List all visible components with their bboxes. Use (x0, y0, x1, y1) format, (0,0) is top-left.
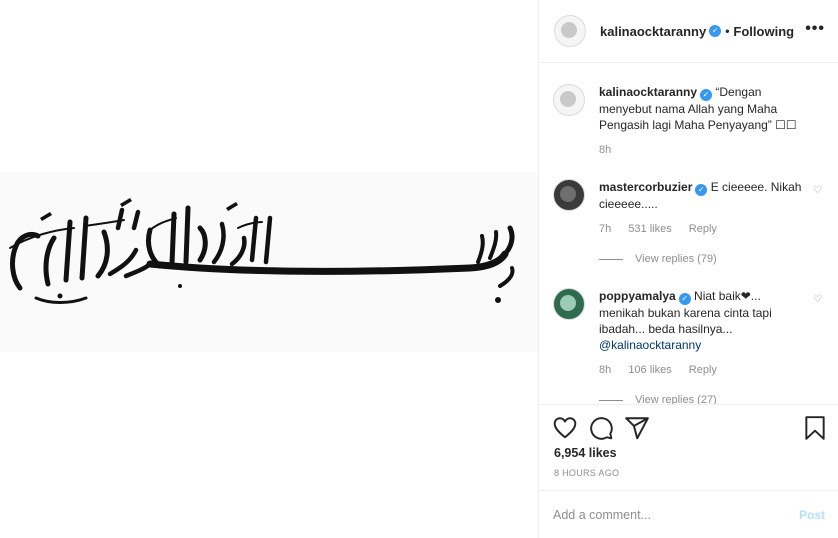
verified-badge-icon: ✓ (695, 184, 708, 196)
heart-icon[interactable] (552, 415, 578, 441)
bookmark-icon[interactable] (802, 415, 828, 441)
reply-button[interactable]: Reply (689, 223, 717, 235)
comment-mention-link[interactable]: @kalinaocktaranny (599, 338, 701, 352)
caption-avatar[interactable] (553, 84, 585, 116)
verified-badge-icon: ✓ (700, 89, 713, 101)
comment-age: 7h (599, 223, 612, 235)
comment-avatar[interactable] (553, 179, 585, 211)
comment-like-heart-icon[interactable]: ♡ (813, 294, 823, 305)
following-button[interactable]: Following (733, 24, 794, 39)
author-avatar[interactable] (554, 15, 586, 47)
separator-dot: • (725, 24, 730, 38)
post-image[interactable] (0, 0, 538, 538)
comment-body: mastercorbuzier ✓ E cieeeee. Nikah cieeee… (599, 179, 809, 212)
verified-badge-icon: ✓ (678, 293, 691, 305)
view-replies-label: View replies (27) (635, 394, 717, 404)
reply-button[interactable]: Reply (689, 364, 717, 376)
caption-body: kalinaocktaranny ✓ “Dengan menyebut nama … (599, 84, 809, 133)
comment-item: poppyamalya ✓ Niat baik❤... menikah bukan… (553, 288, 833, 404)
more-horizontal-icon[interactable]: ••• (805, 20, 825, 38)
caption-meta: 8h (599, 144, 625, 156)
replies-divider (599, 399, 623, 401)
likes-count[interactable]: 6,954 likes (554, 446, 617, 460)
author-username[interactable]: kalinaocktaranny (600, 24, 706, 39)
post-side-panel: kalinaocktaranny ✓ • Following ••• kalin… (538, 0, 838, 538)
comment-likes[interactable]: 106 likes (628, 364, 671, 376)
caption-author[interactable]: kalinaocktaranny (599, 85, 697, 99)
comment-meta: 7h 531 likes Reply (599, 223, 731, 235)
view-replies-label: View replies (79) (635, 253, 717, 265)
verified-badge-icon: ✓ (709, 25, 722, 37)
post-comment-button[interactable]: Post (799, 508, 825, 522)
caption-item: kalinaocktaranny ✓ “Dengan menyebut nama … (553, 84, 833, 156)
comments-list[interactable]: kalinaocktaranny ✓ “Dengan menyebut nama … (539, 64, 838, 404)
comment-age: 8h (599, 364, 612, 376)
comment-input[interactable] (553, 505, 773, 525)
post-actions: 6,954 likes 8 HOURS AGO (539, 404, 838, 484)
share-icon[interactable] (624, 415, 650, 441)
caption-age: 8h (599, 144, 612, 156)
comment-author[interactable]: poppyamalya (599, 289, 676, 303)
add-comment-bar: Post (539, 490, 838, 538)
arabic-calligraphy-image (9, 198, 515, 304)
view-replies-button[interactable]: View replies (79) (599, 253, 717, 265)
comment-icon[interactable] (588, 415, 614, 441)
comment-body: poppyamalya ✓ Niat baik❤... menikah bukan… (599, 288, 809, 353)
comment-like-heart-icon[interactable]: ♡ (813, 185, 823, 196)
comment-likes[interactable]: 531 likes (628, 223, 671, 235)
post-header: kalinaocktaranny ✓ • Following ••• (539, 0, 838, 63)
post-timestamp: 8 HOURS AGO (554, 468, 620, 478)
comment-avatar[interactable] (553, 288, 585, 320)
view-replies-button[interactable]: View replies (27) (599, 394, 717, 404)
replies-divider (599, 258, 623, 260)
comment-meta: 8h 106 likes Reply (599, 364, 731, 376)
comment-author[interactable]: mastercorbuzier (599, 180, 692, 194)
comment-item: mastercorbuzier ✓ E cieeeee. Nikah cieeee… (553, 179, 833, 265)
